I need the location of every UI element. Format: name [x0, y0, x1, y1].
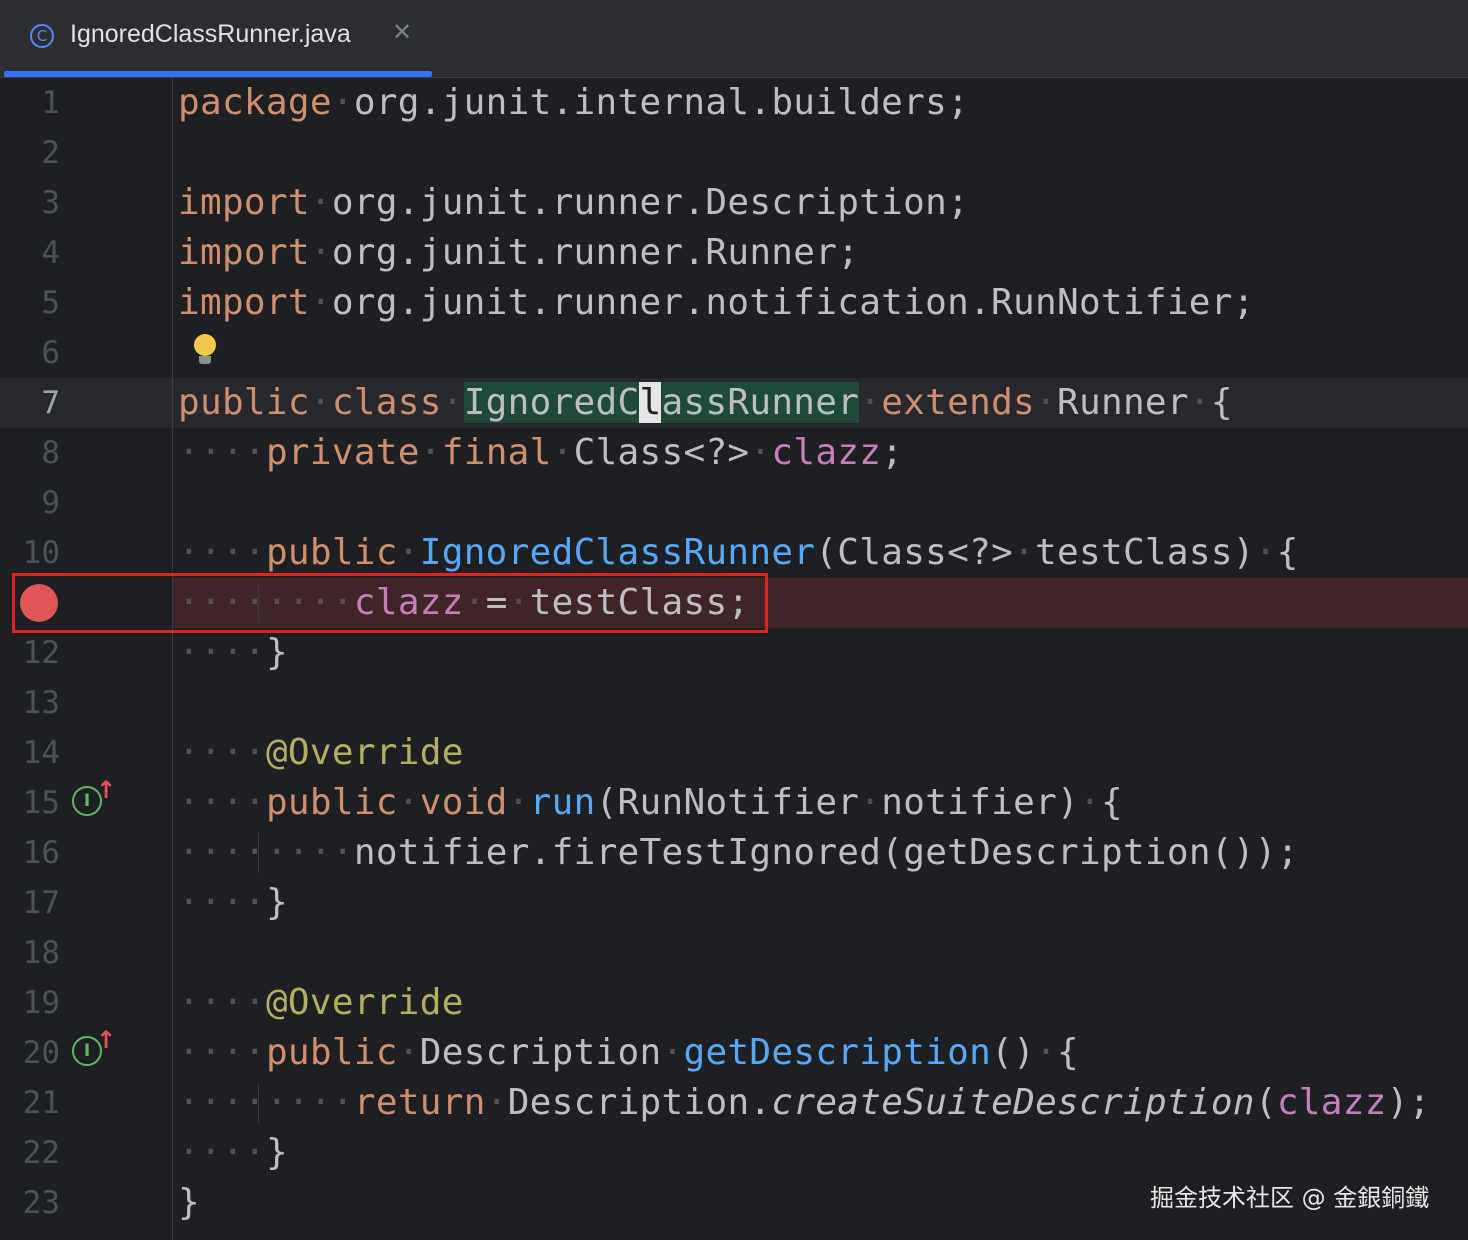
code-line[interactable]: 3 import·org.junit.runner.Description;: [0, 178, 1468, 228]
line-number[interactable]: 17: [0, 878, 60, 928]
code-text: import·org.junit.runner.notification.Run…: [178, 282, 1255, 323]
code-line[interactable]: 5 import·org.junit.runner.notification.Ru…: [0, 278, 1468, 328]
active-tab-indicator: [4, 71, 432, 77]
line-number[interactable]: 22: [0, 1128, 60, 1178]
line-number[interactable]: 2: [0, 128, 60, 178]
line-number[interactable]: 14: [0, 728, 60, 778]
breakpoint-highlight-box: [12, 573, 768, 633]
code-text: ····@Override: [178, 982, 464, 1023]
lightbulb-base-icon: [199, 356, 211, 364]
code-text: ········notifier.fireTestIgnored(getDesc…: [178, 832, 1299, 873]
line-number[interactable]: 4: [0, 228, 60, 278]
code-editor[interactable]: 1 package·org.junit.internal.builders; 2 3 i…: [0, 78, 1468, 1240]
line-number[interactable]: 13: [0, 678, 60, 728]
code-text: ········return·Description.createSuiteDe…: [178, 1082, 1431, 1123]
close-icon[interactable]: ✕: [392, 18, 412, 46]
code-line[interactable]: 7 public·class·IgnoredClassRunner·extends…: [0, 378, 1468, 428]
code-text: ····}: [178, 1132, 288, 1173]
lightbulb-icon[interactable]: [194, 334, 216, 356]
indent-guide: [258, 1083, 259, 1123]
code-line[interactable]: 22 ····}: [0, 1128, 1468, 1178]
code-text: ····@Override: [178, 732, 464, 773]
code-line[interactable]: 2: [0, 128, 1468, 178]
code-line[interactable]: 13: [0, 678, 1468, 728]
code-text: public·class·IgnoredClassRunner·extends·…: [178, 382, 1233, 423]
code-line[interactable]: 16 ········notifier.fireTestIgnored(getDe…: [0, 828, 1468, 878]
line-number[interactable]: 21: [0, 1078, 60, 1128]
line-number[interactable]: 7: [0, 378, 60, 428]
code-text: ····public·Description·getDescription()·…: [178, 1032, 1080, 1073]
line-number[interactable]: 23: [0, 1178, 60, 1228]
line-number[interactable]: 1: [0, 78, 60, 128]
code-line[interactable]: 19 ····@Override: [0, 978, 1468, 1028]
code-text: ····}: [178, 632, 288, 673]
code-line[interactable]: 1 package·org.junit.internal.builders;: [0, 78, 1468, 128]
line-number[interactable]: 16: [0, 828, 60, 878]
line-number[interactable]: 18: [0, 928, 60, 978]
code-line[interactable]: 14 ····@Override: [0, 728, 1468, 778]
line-number[interactable]: 10: [0, 528, 60, 578]
code-line[interactable]: 18: [0, 928, 1468, 978]
line-number[interactable]: 5: [0, 278, 60, 328]
editor-tab[interactable]: C IgnoredClassRunner.java ✕: [4, 0, 432, 77]
code-line[interactable]: 6: [0, 328, 1468, 378]
editor-tab-bar: C IgnoredClassRunner.java ✕: [0, 0, 1468, 78]
code-text: ····public·void·run(RunNotifier·notifier…: [178, 782, 1123, 823]
line-number[interactable]: 19: [0, 978, 60, 1028]
code-text: ····public·IgnoredClassRunner(Class<?>·t…: [178, 532, 1299, 573]
code-text: }: [178, 1182, 200, 1223]
code-line[interactable]: 20 I ↑ ····public·Description·getDescriptio…: [0, 1026, 1468, 1078]
code-line[interactable]: 9: [0, 478, 1468, 528]
line-number[interactable]: 8: [0, 428, 60, 478]
code-line[interactable]: 15 I ↑ ····public·void·run(RunNotifier·noti…: [0, 776, 1468, 828]
code-text: ····}: [178, 882, 288, 923]
overrides-arrow-icon: ↑: [96, 776, 117, 804]
class-c-icon: C: [30, 24, 54, 48]
code-line[interactable]: 17 ····}: [0, 878, 1468, 928]
code-text: package·org.junit.internal.builders;: [178, 82, 970, 123]
overrides-arrow-icon: ↑: [96, 1026, 117, 1054]
gutter-separator: [172, 78, 173, 1240]
code-line[interactable]: 10 ····public·IgnoredClassRunner(Class<?>…: [0, 528, 1468, 578]
code-line[interactable]: 21 ········return·Description.createSuite…: [0, 1078, 1468, 1128]
watermark: 掘金技术社区 @ 金銀銅鐵: [1150, 1184, 1430, 1212]
code-line[interactable]: 4 import·org.junit.runner.Runner;: [0, 228, 1468, 278]
tab-label: IgnoredClassRunner.java: [70, 20, 351, 48]
code-text: import·org.junit.runner.Runner;: [178, 232, 860, 273]
line-number[interactable]: 12: [0, 628, 60, 678]
line-number[interactable]: 15: [0, 778, 60, 828]
code-text: ····private·final·Class<?>·clazz;: [178, 432, 904, 473]
line-number[interactable]: 6: [0, 328, 60, 378]
code-line[interactable]: 12 ····}: [0, 628, 1468, 678]
code-line[interactable]: 8 ····private·final·Class<?>·clazz;: [0, 428, 1468, 478]
line-number[interactable]: 9: [0, 478, 60, 528]
line-number[interactable]: 3: [0, 178, 60, 228]
line-number[interactable]: 20: [0, 1028, 60, 1078]
indent-guide: [258, 833, 259, 873]
code-text: import·org.junit.runner.Description;: [178, 182, 970, 223]
